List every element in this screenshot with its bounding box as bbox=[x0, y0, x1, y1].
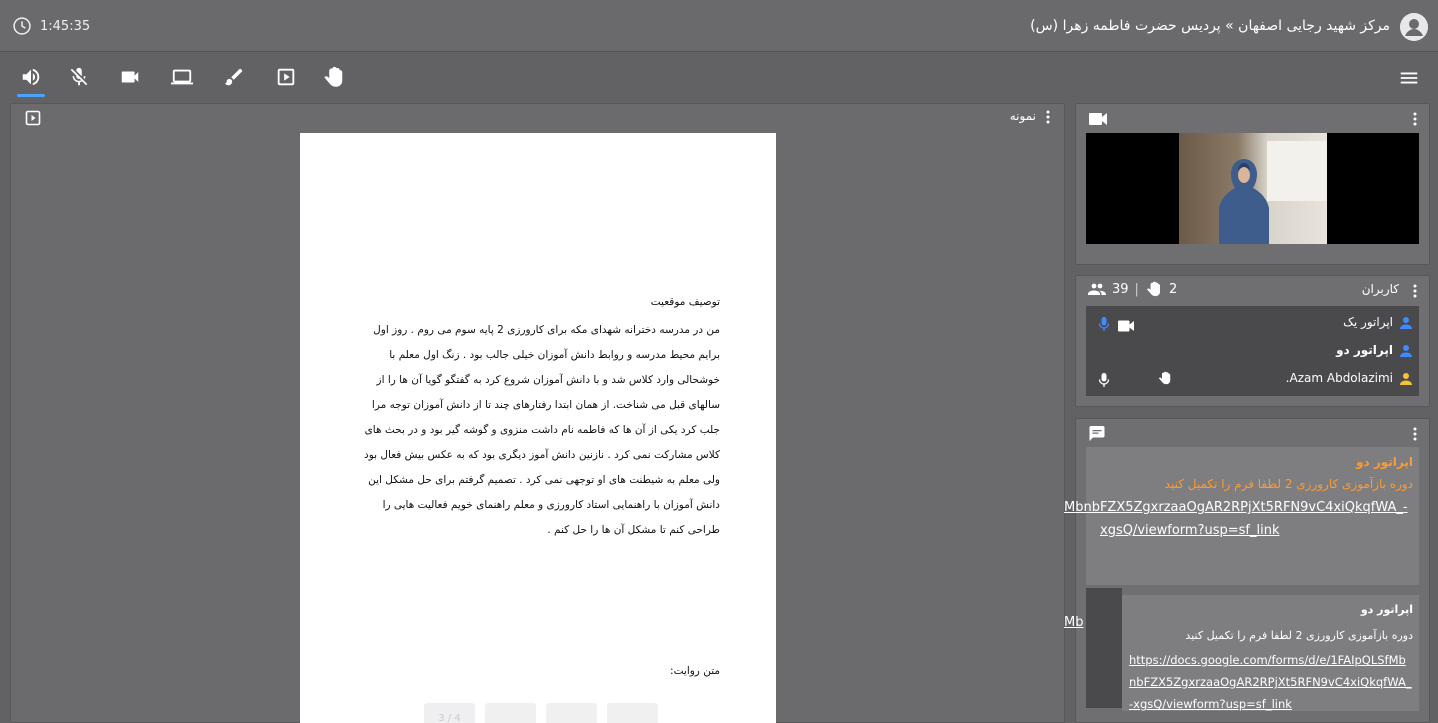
person-icon bbox=[1399, 371, 1413, 385]
session-timer: 1:45:35 bbox=[12, 16, 90, 36]
user-name: Azam Abdolazimi. bbox=[1285, 371, 1393, 385]
chat-link[interactable]: xgsQ/viewform?usp=sf_link bbox=[1100, 523, 1279, 538]
webcam-panel bbox=[1075, 103, 1430, 265]
slide-heading: توصیف موقعیت bbox=[650, 296, 720, 308]
top-bar: 1:45:35 مرکز شهید رجایی اصفهان » پردیس ح… bbox=[0, 0, 1438, 52]
user-list: اپراتور یک اپراتور دو Azam Abdolazimi. bbox=[1086, 306, 1419, 396]
webcam-video[interactable] bbox=[1086, 133, 1419, 244]
avatar-icon bbox=[1400, 13, 1428, 41]
chat-message: اپراتور دو دوره بازآموزی کارورزی 2 لطفا … bbox=[1122, 595, 1419, 711]
slide-controls: 3 / 4 bbox=[424, 703, 658, 723]
play-box-icon bbox=[277, 68, 295, 86]
clock-icon bbox=[13, 17, 31, 35]
user-name: اپراتور یک bbox=[1343, 315, 1393, 329]
chat-text: دوره بازآموزی کارورزی 2 لطفا فرم را تکمی… bbox=[1164, 477, 1413, 491]
group-icon bbox=[1088, 283, 1106, 295]
presentation-panel: نمونه توصیف موقعیت من در مدرسه دخترانه ش… bbox=[10, 103, 1065, 723]
chat-scroll-strip bbox=[1086, 588, 1122, 708]
hamburger-menu-button[interactable] bbox=[1398, 67, 1420, 89]
more-vertical-icon bbox=[1413, 427, 1417, 441]
toolbar bbox=[0, 53, 1438, 99]
user-avatar[interactable] bbox=[1400, 13, 1428, 41]
chat-options-button[interactable] bbox=[1409, 426, 1421, 442]
mic-icon bbox=[1098, 316, 1110, 331]
chat-link[interactable]: Mb bbox=[1064, 615, 1083, 630]
camera-icon bbox=[1118, 317, 1134, 332]
slide-line: خوشحالی وارد کلاس شد و با دانش آموزان شر… bbox=[376, 374, 720, 386]
raise-hand-icon bbox=[324, 66, 343, 87]
slide-body: من در مدرسه دخترانه شهدای مکه برای کارور… bbox=[350, 318, 720, 543]
room-title: مرکز شهید رجایی اصفهان » پردیس حضرت فاطم… bbox=[1030, 18, 1390, 34]
zoom-out-button[interactable] bbox=[546, 703, 597, 723]
users-title: کاربران bbox=[1361, 282, 1399, 296]
mic-toggle-button[interactable] bbox=[67, 65, 91, 89]
screen-share-button[interactable] bbox=[170, 65, 194, 89]
timer-text: 1:45:35 bbox=[40, 18, 91, 34]
chat-sender: اپراتور دو bbox=[1360, 603, 1413, 616]
menu-icon bbox=[1400, 72, 1418, 84]
user-name: اپراتور دو bbox=[1336, 343, 1393, 357]
camera-button[interactable] bbox=[118, 65, 142, 89]
video-background bbox=[1179, 133, 1327, 244]
separator: | bbox=[1134, 281, 1139, 297]
chat-link[interactable]: https://docs.google.com/forms/d/e/1FAIpQ… bbox=[1129, 649, 1413, 715]
chat-message: اپراتور دو دوره بازآموزی کارورزی 2 لطفا … bbox=[1086, 447, 1419, 585]
users-panel: 39 | 2 کاربران اپراتور یک اپراتور دو Aza… bbox=[1075, 275, 1430, 407]
person-icon bbox=[1399, 315, 1413, 329]
presentation-toggle[interactable] bbox=[25, 110, 41, 126]
video-projector-screen bbox=[1267, 141, 1327, 201]
play-box-icon bbox=[25, 110, 41, 126]
chat-icon bbox=[1089, 425, 1105, 441]
page-indicator[interactable]: 3 / 4 bbox=[424, 703, 475, 723]
screen-share-icon bbox=[171, 69, 193, 85]
brush-icon bbox=[224, 68, 243, 86]
webcam-options-button[interactable] bbox=[1409, 111, 1421, 127]
slide-line: من در مدرسه دخترانه شهدای مکه برای کارور… bbox=[373, 324, 720, 336]
presentation-title: نمونه bbox=[1009, 109, 1036, 123]
person-icon bbox=[1399, 343, 1413, 357]
user-row[interactable]: اپراتور دو bbox=[1086, 338, 1419, 364]
slide-line: دانش آموزان با راهنمایی استاد کارورزی و … bbox=[382, 499, 720, 511]
chat-panel: اپراتور دو دوره بازآموزی کارورزی 2 لطفا … bbox=[1075, 418, 1430, 723]
user-row[interactable]: اپراتور یک bbox=[1086, 310, 1419, 336]
mic-icon bbox=[1098, 372, 1110, 387]
chat-sender: اپراتور دو bbox=[1356, 455, 1413, 469]
slide-line: ولی معلم به شیطنت های او توجهی نمی کرد .… bbox=[368, 474, 720, 486]
users-counts: 39 | 2 bbox=[1088, 281, 1177, 297]
raise-hand-icon bbox=[1158, 370, 1172, 386]
mic-off-icon bbox=[70, 67, 88, 86]
users-options-button[interactable] bbox=[1409, 283, 1421, 299]
raise-hand-button[interactable] bbox=[322, 65, 346, 89]
slide-line: برایم محیط مدرسه و روابط دانش آموزان خیل… bbox=[389, 349, 720, 361]
slide-page: توصیف موقعیت من در مدرسه دخترانه شهدای م… bbox=[300, 133, 776, 723]
presentation-button[interactable] bbox=[274, 65, 298, 89]
speaker-icon bbox=[22, 68, 40, 86]
slide-footer-label: متن روایت: bbox=[670, 665, 720, 677]
more-vertical-icon bbox=[1413, 112, 1417, 126]
raise-hand-icon bbox=[1146, 281, 1160, 297]
raised-hands-count: 2 bbox=[1168, 281, 1178, 297]
user-row[interactable]: Azam Abdolazimi. bbox=[1086, 366, 1419, 392]
camera-icon bbox=[1089, 111, 1107, 125]
slide-line: کلاس مشارکت نمی کرد . نازنین دانش آموز د… bbox=[364, 449, 720, 461]
zoom-in-button[interactable] bbox=[485, 703, 536, 723]
chat-link[interactable]: MbnbFZX5ZgxrzaaOgAR2RPjXt5RFN9vC4xiQkqfW… bbox=[1064, 500, 1408, 515]
slide-line: سالهای قبل می شناخت. از همان ابتدا رفتار… bbox=[371, 399, 720, 411]
speaker-button[interactable] bbox=[17, 65, 45, 97]
users-count: 39 bbox=[1112, 281, 1129, 297]
slide-line: جلب کرد یکی از آن ها که فاطمه نام داشت م… bbox=[364, 424, 720, 436]
camera-icon bbox=[121, 71, 139, 83]
chat-text: دوره بازآموزی کارورزی 2 لطفا فرم را تکمی… bbox=[1185, 629, 1413, 642]
fullscreen-button[interactable] bbox=[607, 703, 658, 723]
slide-line: طراحی کنم تا مشکل آن ها را حل کنم . bbox=[547, 524, 720, 536]
whiteboard-brush-button[interactable] bbox=[222, 65, 246, 89]
more-vertical-icon bbox=[1413, 284, 1417, 298]
presenter-figure bbox=[1219, 159, 1269, 244]
more-vertical-icon bbox=[1046, 110, 1050, 124]
presentation-options-button[interactable] bbox=[1042, 109, 1054, 125]
